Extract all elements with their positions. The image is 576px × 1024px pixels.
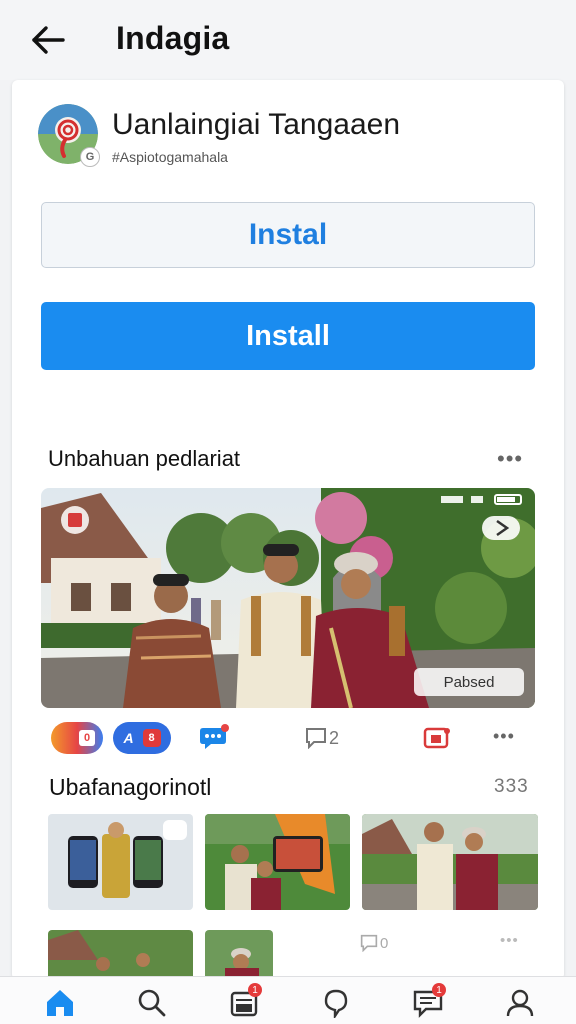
action-more-button[interactable]: ••• [493, 726, 515, 747]
comment-button[interactable]: 2 [305, 718, 355, 758]
gallery-thumb-3[interactable] [362, 814, 538, 910]
back-button[interactable] [26, 18, 70, 62]
app-name: Uanlaingiai Tangaaen [112, 108, 401, 141]
gallery-thumb-2[interactable] [205, 814, 350, 910]
chat-button[interactable] [199, 718, 239, 758]
gallery-count: 333 [494, 776, 529, 797]
profile-icon [506, 989, 534, 1017]
chip-c-label: 8 [142, 729, 161, 747]
install-button[interactable]: Install [41, 302, 535, 370]
nav-profile[interactable] [496, 983, 544, 1023]
action-row: 0 A 8 2 ••• [41, 718, 535, 758]
inbox-badge: 1 [248, 983, 262, 997]
comment-count-2: 0 [380, 934, 389, 952]
nav-home[interactable] [36, 983, 84, 1023]
row-more-button[interactable]: ••• [500, 932, 519, 949]
chip-a-label: 0 [79, 730, 95, 746]
top-bar: Indagia [0, 0, 576, 80]
instal-button[interactable]: Instal [41, 202, 535, 268]
messages-badge: 1 [432, 983, 446, 997]
chat-bubble-icon [200, 724, 229, 749]
chip-b-label: A [123, 730, 134, 746]
home-icon [47, 990, 73, 1016]
nav-messages[interactable]: 1 [404, 983, 452, 1023]
notification-icon [324, 989, 348, 1018]
app-developer: #Aspiotogamahala [112, 149, 228, 165]
save-button[interactable] [423, 718, 453, 758]
section-more-button[interactable]: ••• [497, 446, 523, 472]
section-title-gallery: Ubafanagorinotl [49, 774, 212, 800]
nav-notifications[interactable] [312, 983, 360, 1023]
search-icon [138, 989, 166, 1017]
hero-video[interactable]: Pabsed [41, 488, 535, 708]
bottom-navigation: 1 1 [0, 976, 576, 1024]
nav-search[interactable] [128, 983, 176, 1023]
reaction-chip-b[interactable]: A 8 [113, 718, 173, 758]
gallery-thumb-5[interactable] [205, 930, 273, 976]
comment-icon [306, 728, 326, 749]
gallery-thumb-1[interactable] [48, 814, 193, 910]
comment-count: 2 [329, 727, 340, 748]
page-title: Indagia [116, 20, 230, 56]
reaction-chip-a[interactable]: 0 [51, 718, 107, 758]
hero-caption: Pabsed [443, 673, 495, 691]
nav-inbox[interactable]: 1 [220, 983, 268, 1023]
gallery-thumb-4[interactable] [48, 930, 193, 976]
section-title-featured: Unbahuan pedlariat [48, 446, 241, 471]
comment-icon [360, 934, 378, 952]
comment-button-2[interactable]: 0 [360, 930, 400, 956]
bookmark-icon [423, 727, 450, 749]
app-badge-icon: G [80, 147, 100, 167]
arrow-left-icon [32, 26, 65, 54]
